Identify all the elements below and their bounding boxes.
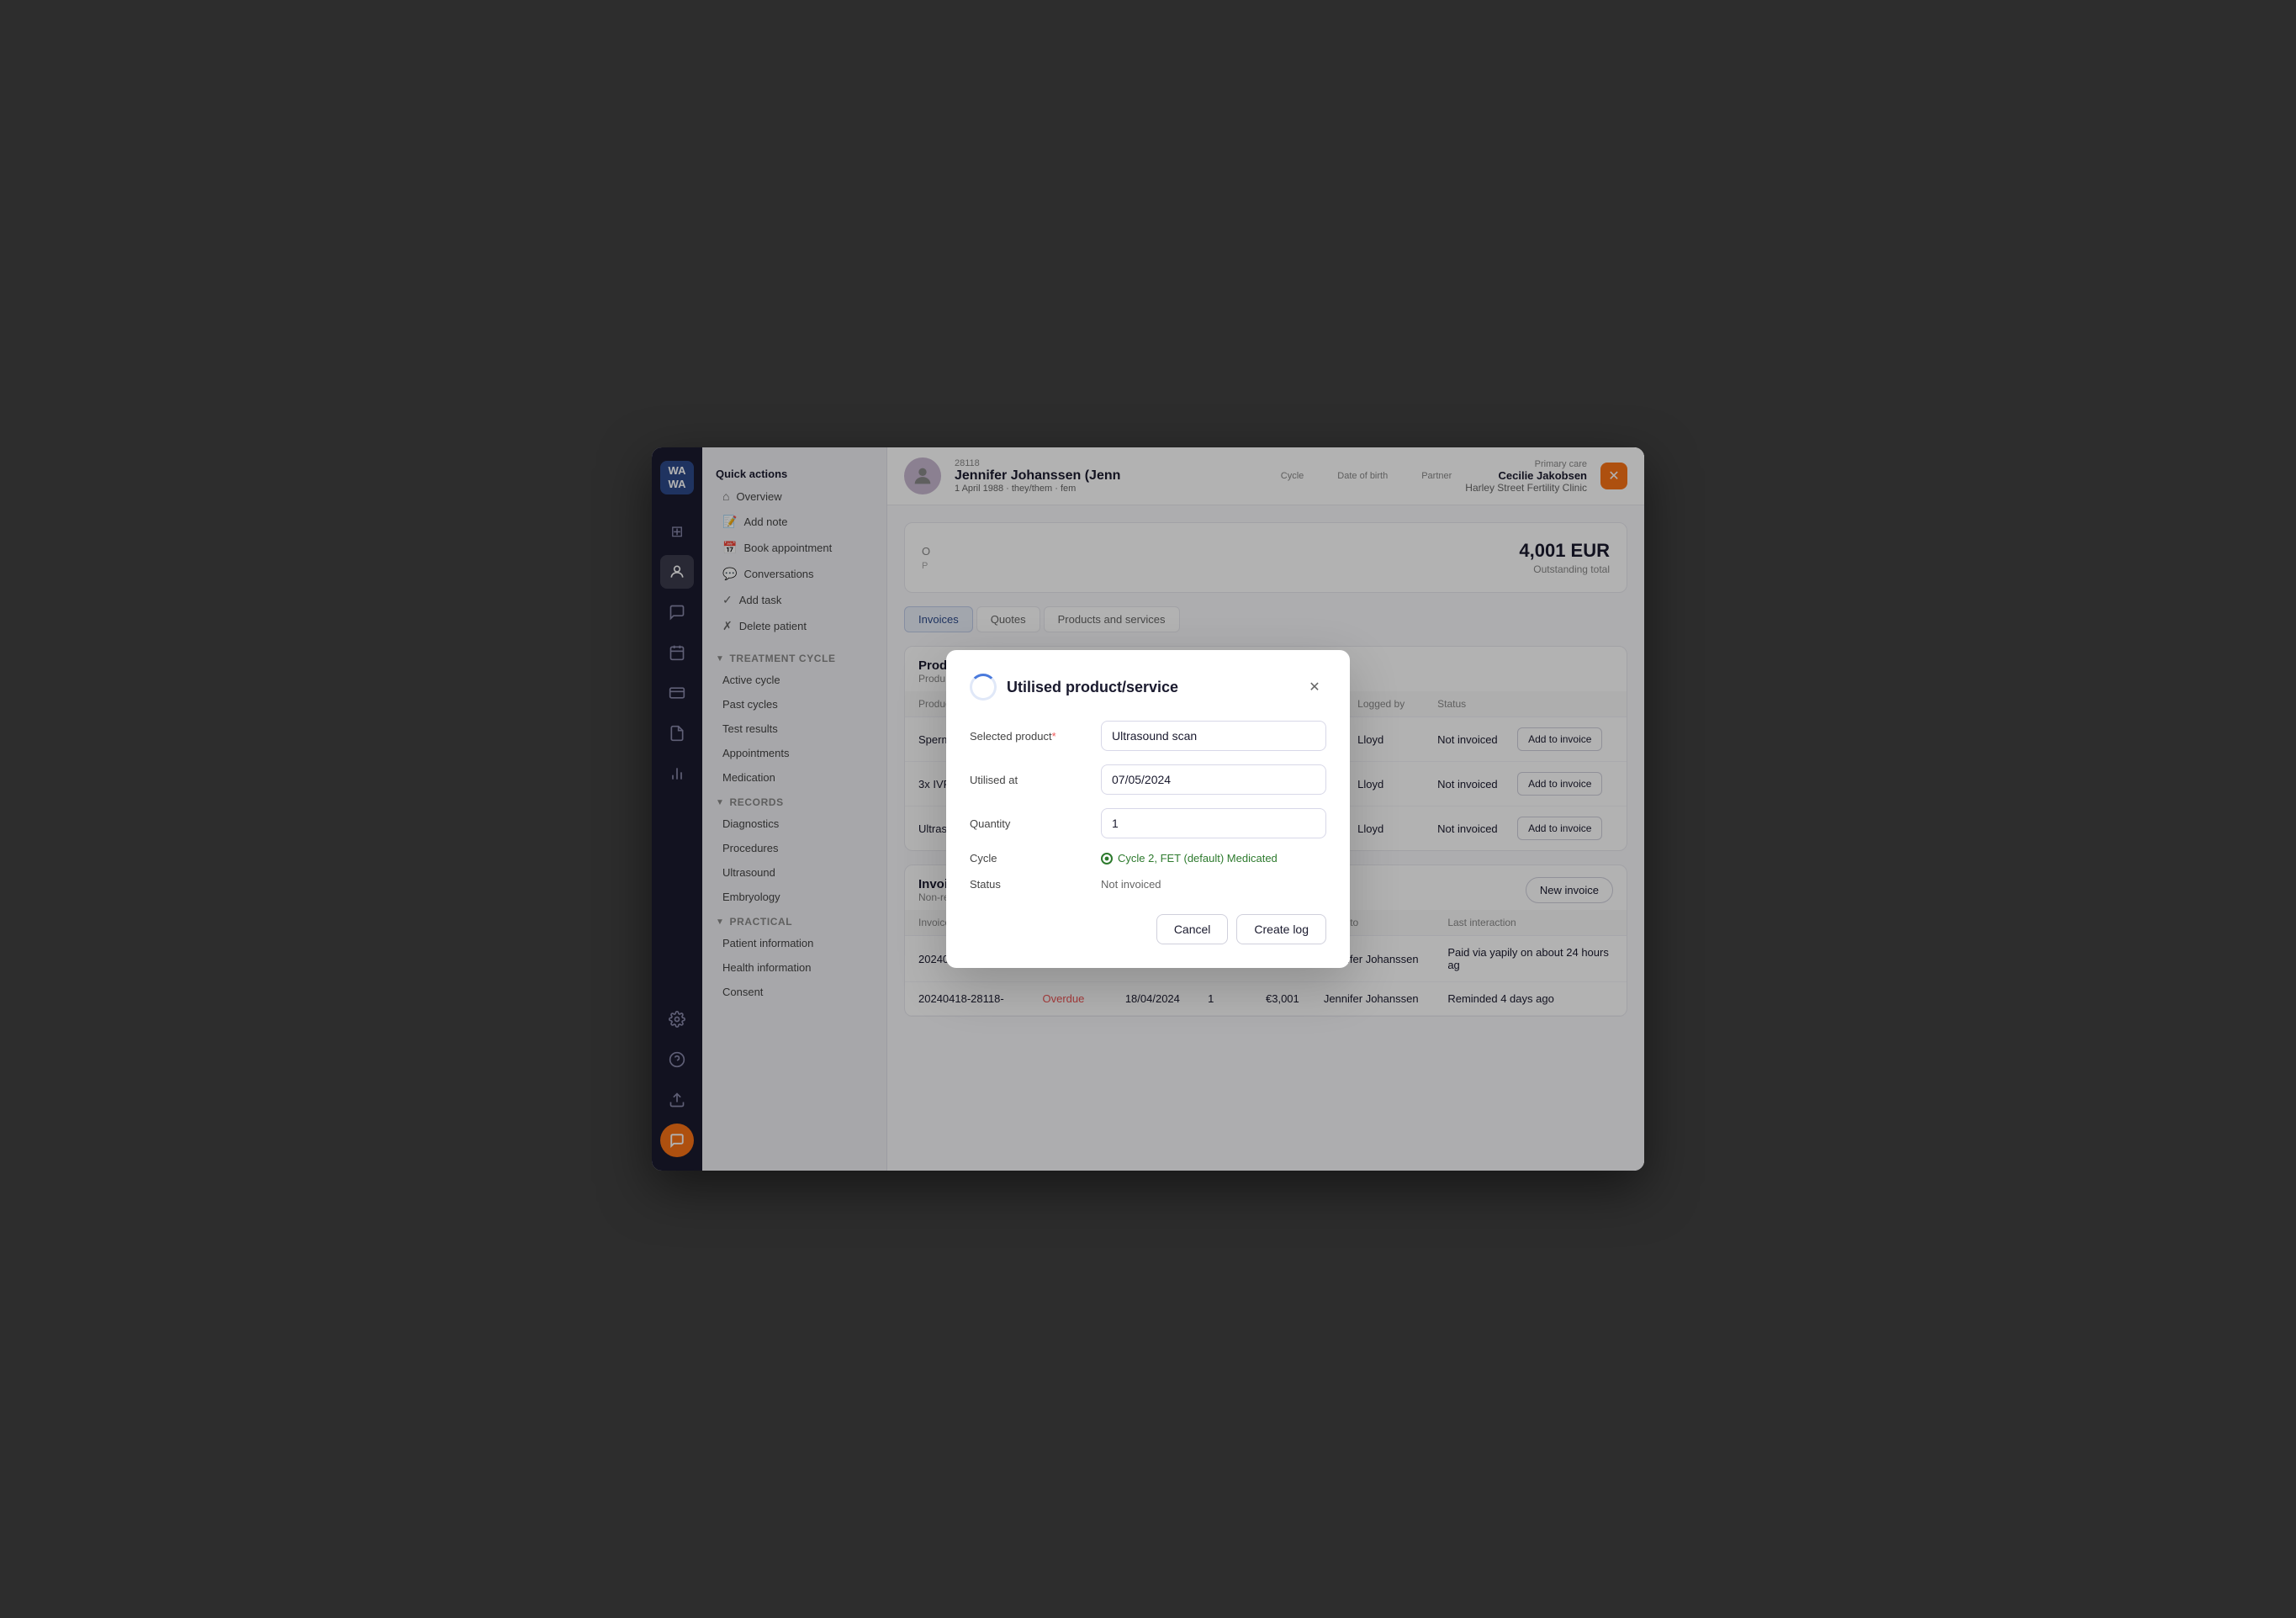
modal-footer: Cancel Create log — [970, 914, 1326, 944]
modal-title: Utilised product/service — [1007, 679, 1293, 696]
modal-field-product: Selected product* — [970, 721, 1326, 751]
modal-label-product: Selected product* — [970, 730, 1087, 743]
modal-label-utilised-at: Utilised at — [970, 774, 1087, 786]
modal-label-quantity: Quantity — [970, 817, 1087, 830]
quantity-input[interactable] — [1101, 808, 1326, 838]
cancel-button[interactable]: Cancel — [1156, 914, 1229, 944]
modal-field-utilised-at: Utilised at — [970, 764, 1326, 795]
create-log-button[interactable]: Create log — [1236, 914, 1326, 944]
modal-field-quantity: Quantity — [970, 808, 1326, 838]
modal-status-value: Not invoiced — [1101, 878, 1326, 891]
modal-label-status: Status — [970, 878, 1087, 891]
modal-field-status: Status Not invoiced — [970, 878, 1326, 891]
utilised-at-input[interactable] — [1101, 764, 1326, 795]
modal-overlay[interactable]: Utilised product/service ✕ Selected prod… — [652, 447, 1644, 1171]
modal-header: Utilised product/service ✕ — [970, 674, 1326, 701]
modal-utilised-product: Utilised product/service ✕ Selected prod… — [946, 650, 1350, 968]
selected-product-input[interactable] — [1101, 721, 1326, 751]
modal-field-cycle: Cycle Cycle 2, FET (default) Medicated — [970, 852, 1326, 865]
modal-cycle-value: Cycle 2, FET (default) Medicated — [1101, 852, 1326, 865]
modal-close-button[interactable]: ✕ — [1303, 675, 1326, 699]
loading-spinner — [970, 674, 997, 701]
cycle-dot-icon — [1101, 853, 1113, 865]
modal-label-cycle: Cycle — [970, 852, 1087, 865]
